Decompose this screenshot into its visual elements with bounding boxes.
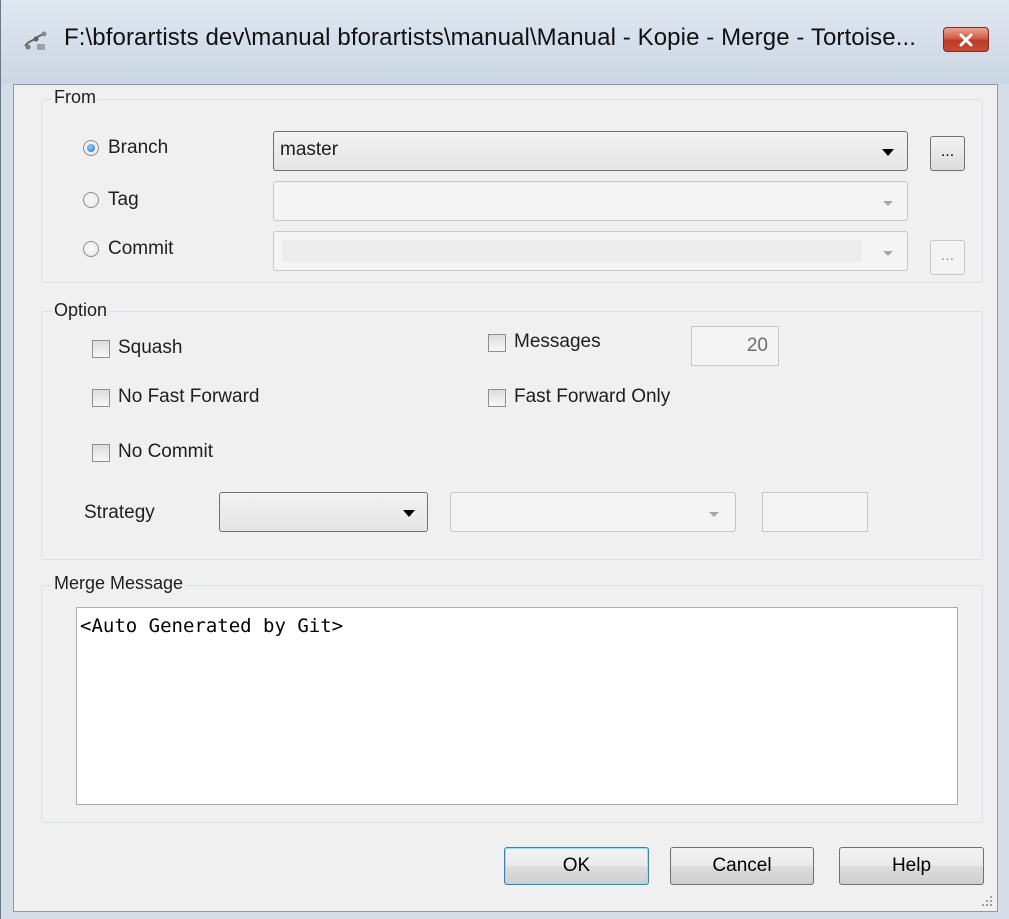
- tortoisegit-merge-icon: [24, 31, 47, 50]
- fast-forward-only-checkbox[interactable]: [488, 389, 506, 407]
- ok-button[interactable]: OK: [504, 847, 649, 885]
- tag-label[interactable]: Tag: [108, 189, 139, 211]
- tag-radio[interactable]: [83, 192, 99, 208]
- strategy-label: Strategy: [84, 502, 155, 523]
- messages-count-value: 20: [746, 335, 768, 356]
- tag-select[interactable]: [273, 181, 908, 221]
- commit-browse-button[interactable]: ...: [930, 240, 965, 275]
- dropdown-arrow-icon: [883, 251, 893, 256]
- merge-message-group-label: Merge Message: [52, 573, 186, 594]
- commit-label[interactable]: Commit: [108, 238, 173, 260]
- option-group-label: Option: [52, 300, 110, 321]
- branch-radio[interactable]: [83, 140, 99, 156]
- close-button[interactable]: [943, 27, 989, 52]
- squash-checkbox[interactable]: [92, 340, 110, 358]
- merge-message-textarea[interactable]: <Auto Generated by Git>: [76, 607, 958, 805]
- no-commit-label[interactable]: No Commit: [118, 441, 213, 463]
- branch-label[interactable]: Branch: [108, 137, 168, 159]
- dropdown-arrow-icon: [883, 201, 893, 206]
- from-group-label: From: [52, 87, 98, 108]
- messages-checkbox[interactable]: [488, 334, 506, 352]
- close-icon: [959, 33, 973, 47]
- dropdown-arrow-icon: [709, 512, 719, 517]
- merge-dialog-window: F:\bforartists dev\manual bforartists\ma…: [0, 0, 1009, 919]
- branch-select-value: master: [280, 139, 339, 160]
- merge-message-text: <Auto Generated by Git>: [80, 615, 344, 637]
- strategy-select[interactable]: [219, 492, 428, 532]
- cancel-button[interactable]: Cancel: [670, 847, 814, 885]
- messages-label[interactable]: Messages: [514, 331, 601, 353]
- commit-select[interactable]: [273, 231, 908, 271]
- no-commit-checkbox[interactable]: [92, 444, 110, 462]
- no-fast-forward-label[interactable]: No Fast Forward: [118, 386, 259, 408]
- strategy-extra-input[interactable]: [762, 492, 868, 532]
- dialog-client-area: From Branch master ... Tag Commit ... Op…: [13, 84, 998, 912]
- dropdown-arrow-icon: [882, 149, 894, 156]
- title-bar[interactable]: F:\bforartists dev\manual bforartists\ma…: [1, 0, 1009, 84]
- help-button[interactable]: Help: [839, 847, 984, 885]
- dropdown-arrow-icon: [403, 510, 415, 517]
- no-fast-forward-checkbox[interactable]: [92, 389, 110, 407]
- window-title: F:\bforartists dev\manual bforartists\ma…: [64, 24, 917, 51]
- messages-count-input[interactable]: 20: [691, 326, 779, 366]
- fast-forward-only-label[interactable]: Fast Forward Only: [514, 386, 670, 408]
- branch-browse-button[interactable]: ...: [930, 136, 965, 171]
- branch-select[interactable]: master: [273, 131, 908, 171]
- strategy-option-select[interactable]: [450, 492, 736, 532]
- squash-label[interactable]: Squash: [118, 337, 182, 359]
- resize-grip-icon[interactable]: [981, 895, 993, 907]
- commit-radio[interactable]: [83, 241, 99, 257]
